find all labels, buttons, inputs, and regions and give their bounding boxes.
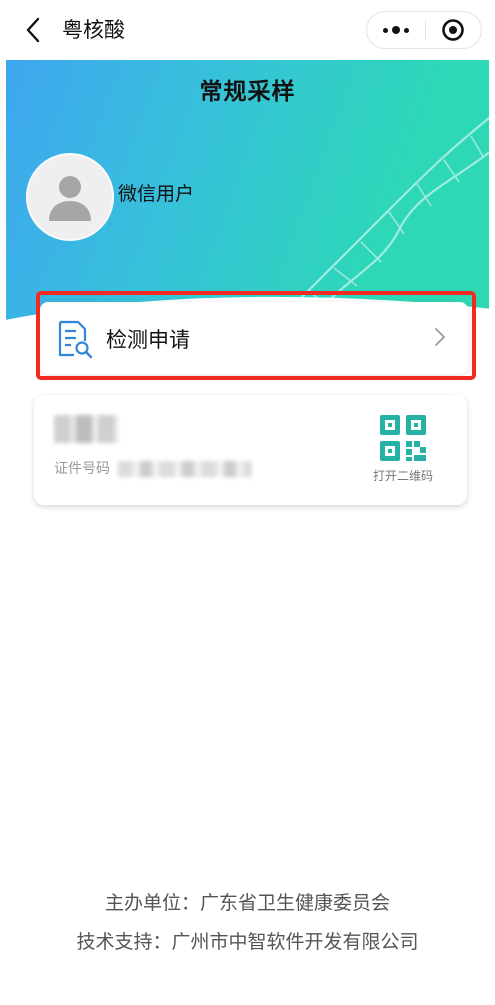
navigation-bar: 粤核酸 <box>0 0 495 60</box>
hero-title: 常规采样 <box>199 79 296 105</box>
more-dots-icon <box>381 26 411 34</box>
id-number-label: 证件号码 <box>54 461 110 477</box>
target-circle-icon <box>442 19 465 41</box>
apply-label: 检测申请 <box>106 328 190 352</box>
avatar <box>26 153 114 241</box>
qr-label: 打开二维码 <box>372 469 433 483</box>
chevron-right-icon <box>434 327 446 351</box>
page-title: 粤核酸 <box>62 18 125 42</box>
user-silhouette-icon <box>49 176 91 221</box>
back-button[interactable] <box>18 14 48 46</box>
id-info-card: 证件号码 打开二维码 <box>34 395 467 505</box>
hero-banner: 常规采样 微信用户 <box>6 60 489 340</box>
close-button[interactable] <box>425 12 481 48</box>
footer-support: 技术支持：广州市中智软件开发有限公司 <box>76 931 419 953</box>
open-qr-code-button[interactable]: 打开二维码 <box>370 409 436 489</box>
more-button[interactable] <box>367 12 425 48</box>
qr-code-icon <box>378 413 428 467</box>
footer-sponsor: 主办单位：广东省卫生健康委员会 <box>104 892 390 914</box>
test-application-card[interactable]: 检测申请 <box>40 302 468 374</box>
document-search-icon <box>54 319 94 363</box>
mini-program-capsule <box>366 11 482 49</box>
masked-id-number <box>118 461 252 477</box>
chevron-left-icon <box>26 17 40 43</box>
username: 微信用户 <box>118 183 195 205</box>
masked-name <box>54 415 118 443</box>
